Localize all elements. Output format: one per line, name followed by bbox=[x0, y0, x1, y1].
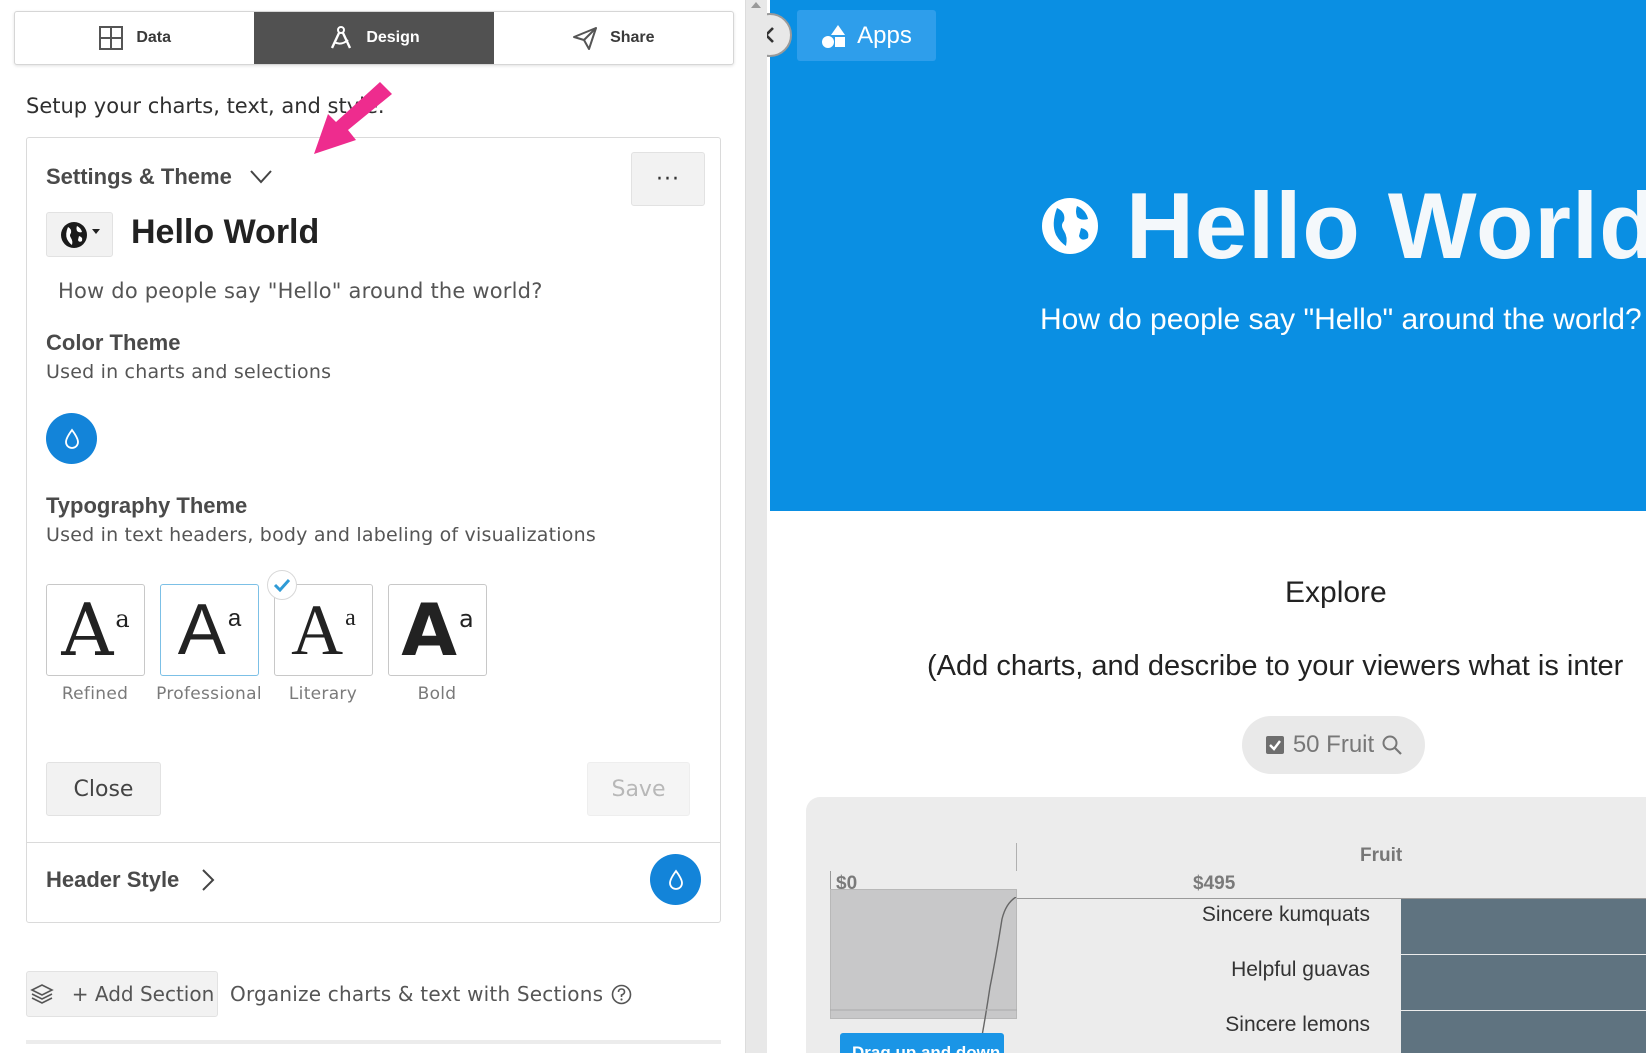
add-section-label: + Add Section bbox=[71, 982, 215, 1006]
settings-card: Settings & Theme ··· Hello World How do … bbox=[26, 137, 721, 923]
header-style-toggle[interactable]: Header Style bbox=[46, 867, 215, 893]
header-style-label: Header Style bbox=[46, 867, 180, 892]
shapes-icon bbox=[822, 24, 846, 48]
table-grid-icon bbox=[99, 26, 124, 50]
explore-heading: Explore bbox=[1285, 576, 1387, 609]
app-icon-picker[interactable] bbox=[46, 212, 113, 257]
editor-panel: Data Design Share Setup your charts, tex… bbox=[0, 0, 745, 1053]
panel-scrollbar[interactable] bbox=[745, 0, 767, 1053]
tab-design[interactable]: Design bbox=[254, 12, 494, 64]
color-theme-heading: Color Theme bbox=[46, 330, 181, 355]
chart-bar[interactable] bbox=[1401, 955, 1646, 1010]
hero-title-text: Hello World bbox=[1126, 173, 1646, 278]
chart-column-title: Fruit bbox=[1360, 845, 1403, 866]
compass-pen-icon bbox=[331, 26, 352, 49]
typography-option-bold[interactable]: A a bbox=[388, 584, 487, 676]
save-button[interactable]: Save bbox=[587, 762, 690, 816]
typography-label-bold: Bold bbox=[417, 684, 457, 704]
axis-tick-label-1: $495 bbox=[1193, 873, 1236, 894]
card-divider bbox=[27, 842, 720, 843]
settings-toggle[interactable]: Settings & Theme bbox=[46, 164, 272, 190]
subtitle-field[interactable]: How do people say "Hello" around the wor… bbox=[58, 279, 543, 303]
chart-row-label: Sincere lemons bbox=[1225, 1013, 1370, 1036]
tab-design-label: Design bbox=[366, 29, 420, 46]
app-preview: Apps Hello World How do people say "Hell… bbox=[767, 0, 1646, 1053]
explore-description: (Add charts, and describe to your viewer… bbox=[927, 650, 1624, 682]
typography-sample-big: A bbox=[401, 588, 457, 672]
add-section-hint-text: Organize charts & text with Sections bbox=[230, 982, 604, 1006]
tab-data-label: Data bbox=[136, 29, 171, 46]
search-icon bbox=[1382, 735, 1402, 755]
droplet-icon bbox=[668, 868, 683, 890]
header-style-swatch[interactable] bbox=[650, 854, 701, 905]
typography-label-professional: Professional bbox=[156, 684, 262, 704]
chevron-down-icon bbox=[250, 170, 272, 184]
hero-subtitle: How do people say "Hello" around the wor… bbox=[1040, 303, 1642, 336]
typography-sample-small: a bbox=[345, 605, 356, 631]
editor-tabs: Data Design Share bbox=[14, 11, 734, 65]
layers-icon bbox=[29, 984, 54, 1004]
typography-sample-small: a bbox=[227, 605, 242, 632]
apps-label: Apps bbox=[857, 21, 912, 49]
add-section-hint: Organize charts & text with Sections bbox=[230, 982, 632, 1006]
droplet-icon bbox=[64, 427, 79, 449]
chevron-left-icon bbox=[767, 27, 774, 43]
annotation-arrow-icon bbox=[314, 82, 392, 154]
selected-check-badge bbox=[267, 570, 297, 600]
filter-label: 50 Fruit bbox=[1292, 731, 1375, 758]
chart-row-label: Helpful guavas bbox=[1231, 958, 1370, 981]
color-theme-swatch[interactable] bbox=[46, 413, 97, 464]
settings-title: Settings & Theme bbox=[46, 164, 232, 189]
chart-card: Fruit $0 $495 Drag up and down Sincere k… bbox=[806, 797, 1646, 1053]
scroll-up-arrow-icon[interactable] bbox=[751, 2, 761, 8]
checkbox-checked-icon bbox=[1265, 736, 1284, 754]
typography-sample-big: A bbox=[61, 588, 114, 672]
tab-share-label: Share bbox=[610, 29, 655, 46]
distribution-curve bbox=[830, 897, 1017, 1053]
chart-row-label: Sincere kumquats bbox=[1201, 903, 1370, 926]
typography-label-literary: Literary bbox=[288, 684, 358, 704]
typography-description: Used in text headers, body and labeling … bbox=[46, 524, 596, 546]
more-options-button[interactable]: ··· bbox=[631, 152, 705, 206]
checkmark-icon bbox=[273, 578, 291, 592]
paper-plane-icon bbox=[573, 27, 598, 50]
typography-option-refined[interactable]: A a bbox=[46, 584, 145, 676]
add-section-button[interactable]: + Add Section bbox=[26, 971, 218, 1017]
hero-header: Apps Hello World How do people say "Hell… bbox=[770, 0, 1646, 511]
tab-data[interactable]: Data bbox=[15, 12, 254, 64]
hero-title: Hello World bbox=[1040, 172, 1646, 280]
color-theme-description: Used in charts and selections bbox=[46, 361, 332, 383]
typography-sample-small: a bbox=[459, 605, 474, 633]
app-title-field[interactable]: Hello World bbox=[131, 213, 319, 252]
typography-sample-big: A bbox=[177, 590, 226, 670]
typography-sample-big: A bbox=[291, 590, 344, 670]
typography-label-refined: Refined bbox=[61, 684, 129, 704]
apps-button[interactable]: Apps bbox=[797, 10, 936, 61]
typography-heading: Typography Theme bbox=[46, 493, 248, 518]
chart-bar[interactable] bbox=[1401, 899, 1646, 954]
tab-share[interactable]: Share bbox=[494, 12, 733, 64]
chevron-right-icon bbox=[202, 869, 215, 891]
typography-sample-small: a bbox=[115, 605, 130, 633]
caret-down-icon bbox=[91, 229, 100, 234]
typography-option-professional[interactable]: A a bbox=[160, 584, 259, 676]
chart-separator bbox=[1016, 843, 1017, 871]
close-button[interactable]: Close bbox=[46, 762, 161, 816]
globe-icon bbox=[60, 221, 87, 248]
drag-hint-tooltip: Drag up and down bbox=[840, 1033, 1004, 1053]
section-divider bbox=[26, 1040, 721, 1044]
globe-icon bbox=[1042, 198, 1098, 254]
chart-bar[interactable] bbox=[1401, 1011, 1646, 1053]
help-icon[interactable] bbox=[611, 984, 632, 1005]
fruit-filter-pill[interactable]: 50 Fruit bbox=[1242, 716, 1425, 774]
